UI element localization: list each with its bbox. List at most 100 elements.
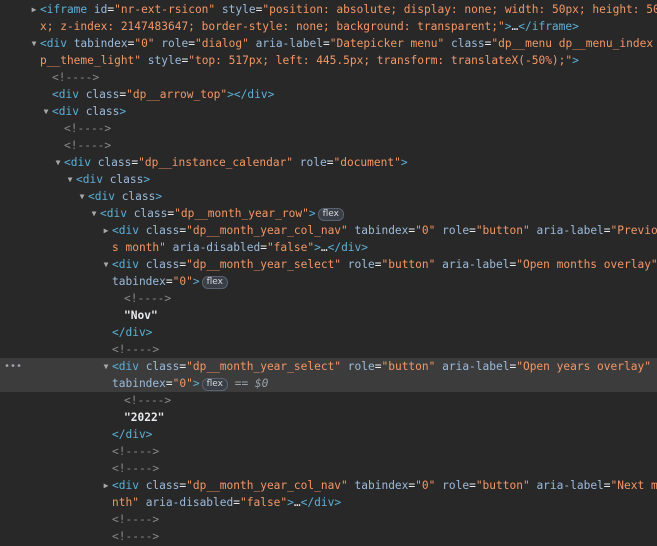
dom-node-line[interactable]: s month" aria-disabled="false">…</div>: [0, 239, 657, 256]
dom-node-line[interactable]: tabindex="0"> flex: [0, 273, 657, 290]
expand-triangle-down-icon[interactable]: ▼: [101, 256, 111, 273]
markup-token: "dp__instance_calendar": [138, 156, 294, 169]
markup-token: …: [293, 496, 301, 509]
dom-node-line[interactable]: ▶ <div class = "dp__month_year_col_nav" tab…: [0, 477, 657, 494]
markup-token: "nr-ext-rsicon": [114, 3, 216, 16]
dom-node-line[interactable]: </div>: [0, 324, 657, 341]
markup-token: aria-disabled: [138, 496, 234, 509]
dom-node-line[interactable]: <div class="dp__arrow_top"></div>: [0, 86, 657, 103]
collapse-triangle-right-icon[interactable]: ▶: [101, 477, 111, 494]
markup-token: s month": [112, 241, 166, 254]
dom-node-line[interactable]: ▼ <div class>: [0, 171, 657, 188]
dom-node-line[interactable]: <!---->: [0, 443, 657, 460]
dom-node-line[interactable]: ▼ <div class="dp__month_year_row"> flex: [0, 205, 657, 222]
dom-node-markup: <div class = "dp__month_year_col_nav" tabi…: [112, 477, 657, 494]
dom-node-line[interactable]: tabindex="0"> flex == $0: [0, 375, 657, 392]
collapse-triangle-right-icon[interactable]: ▶: [29, 1, 39, 18]
collapse-triangle-right-icon[interactable]: ▶: [101, 222, 111, 239]
expand-triangle-down-icon[interactable]: ▼: [89, 205, 99, 222]
dom-node-line[interactable]: <!---->: [0, 392, 657, 409]
dom-node-markup: tabindex="0"> flex: [112, 273, 228, 290]
markup-token: <div: [112, 360, 139, 373]
expand-triangle-down-icon[interactable]: ▼: [77, 188, 87, 205]
markup-token: class: [138, 479, 180, 492]
markup-token: "top: 517px; left: 445.5px; transform: t…: [188, 54, 573, 67]
dom-node-line[interactable]: ▼ <div tabindex="0" role="dialog" aria-la…: [0, 35, 657, 52]
markup-token: >: [143, 173, 151, 186]
dom-node-line[interactable]: nth" aria-disabled="false">…</div>: [0, 494, 657, 511]
markup-token: =: [322, 37, 330, 50]
markup-token: >: [287, 496, 294, 509]
dom-node-markup: "Nov": [124, 307, 158, 324]
markup-token: "Open years overlay": [516, 360, 651, 373]
dom-node-markup: x; z-index: 2147483647; border-style: no…: [40, 18, 579, 35]
dom-node-line[interactable]: ▼ <div class>: [0, 103, 657, 120]
markup-token: <div: [112, 479, 139, 492]
expand-triangle-down-icon[interactable]: ▼: [53, 154, 63, 171]
markup-token: x; z-index: 2147483647; border-style: no…: [40, 20, 505, 33]
markup-token: >: [155, 190, 163, 203]
selected-node-indicator: == $0: [227, 377, 269, 390]
markup-token: role: [341, 258, 375, 271]
markup-token: "button": [381, 258, 436, 271]
dom-node-line[interactable]: ▼ <div class="dp__instance_calendar" role…: [0, 154, 657, 171]
markup-token: class: [138, 224, 180, 237]
dom-node-markup: <div class="dp__arrow_top"></div>: [52, 86, 274, 103]
markup-token: "Nov": [124, 309, 158, 322]
markup-token: tabindex: [347, 479, 409, 492]
markup-token: <!---->: [112, 445, 160, 458]
dom-node-line[interactable]: "2022": [0, 409, 657, 426]
markup-token: class: [138, 258, 180, 271]
dom-node-markup: <div class="dp__instance_calendar" role=…: [64, 154, 408, 171]
markup-token: "dp__month_year_row": [174, 207, 309, 220]
markup-token: >: [400, 156, 408, 169]
expand-triangle-down-icon[interactable]: ▼: [65, 171, 75, 188]
dom-node-line[interactable]: ••• ▼ <div class="dp__month_year_select" r…: [0, 358, 657, 375]
markup-token: "button": [381, 360, 436, 373]
markup-token: tabindex: [112, 377, 166, 390]
markup-token: class: [78, 105, 120, 118]
dom-node-markup: <!---->: [112, 511, 159, 528]
dom-node-line[interactable]: <!---->: [0, 511, 657, 528]
dom-node-markup: <div class="dp__month_year_row"> flex: [100, 205, 344, 222]
markup-token: </div>: [112, 428, 153, 441]
dom-node-line[interactable]: ▶ <iframe id="nr-ext-rsicon" style="posit…: [0, 1, 657, 18]
dom-node-line[interactable]: <!---->: [0, 120, 657, 137]
markup-token: <!---->: [124, 292, 172, 305]
markup-token: =: [233, 496, 240, 509]
dom-node-markup: nth" aria-disabled="false">…</div>: [112, 494, 341, 511]
more-options-icon[interactable]: •••: [4, 358, 22, 375]
flex-badge[interactable]: flex: [201, 378, 228, 391]
dom-node-markup: </div>: [112, 324, 152, 341]
dom-node-line[interactable]: x; z-index: 2147483647; border-style: no…: [0, 18, 657, 35]
dom-node-markup: </div>: [112, 426, 152, 443]
dom-node-line[interactable]: p__theme_light" style="top: 517px; left:…: [0, 52, 657, 69]
expand-triangle-down-icon[interactable]: ▼: [41, 103, 51, 120]
dom-node-line[interactable]: <!---->: [0, 290, 657, 307]
dom-node-markup: <!---->: [124, 392, 171, 409]
markup-token: tabindex: [112, 275, 166, 288]
markup-token: class: [138, 360, 180, 373]
dom-node-markup: "2022": [124, 409, 164, 426]
dom-node-line[interactable]: ▼ <div class>: [0, 188, 657, 205]
flex-badge[interactable]: flex: [201, 276, 228, 289]
markup-token: class: [90, 156, 132, 169]
dom-node-line[interactable]: <!---->: [0, 341, 657, 358]
dom-node-line[interactable]: "Nov": [0, 307, 657, 324]
dom-node-line[interactable]: ▶ <div class = "dp__month_year_col_nav" tab…: [0, 222, 657, 239]
dom-node-line[interactable]: ▼ <div class="dp__month_year_select" role…: [0, 256, 657, 273]
markup-token: ></div>: [227, 88, 275, 101]
markup-token: aria-label: [248, 37, 323, 50]
expand-triangle-down-icon[interactable]: ▼: [101, 358, 111, 375]
expand-triangle-down-icon[interactable]: ▼: [29, 35, 39, 52]
dom-node-markup: <div tabindex="0" role="dialog" aria-lab…: [40, 35, 657, 52]
markup-token: "dp__menu dp__menu_index d: [491, 37, 657, 50]
dom-node-line[interactable]: </div>: [0, 426, 657, 443]
markup-token: aria-label: [529, 224, 604, 237]
dom-node-line[interactable]: <!---->: [0, 460, 657, 477]
markup-token: <div: [76, 173, 103, 186]
dom-node-line[interactable]: <!---->: [0, 137, 657, 154]
dom-node-line[interactable]: <!---->: [0, 69, 657, 86]
flex-badge[interactable]: flex: [317, 208, 344, 221]
dom-node-line[interactable]: <!---->: [0, 528, 657, 545]
